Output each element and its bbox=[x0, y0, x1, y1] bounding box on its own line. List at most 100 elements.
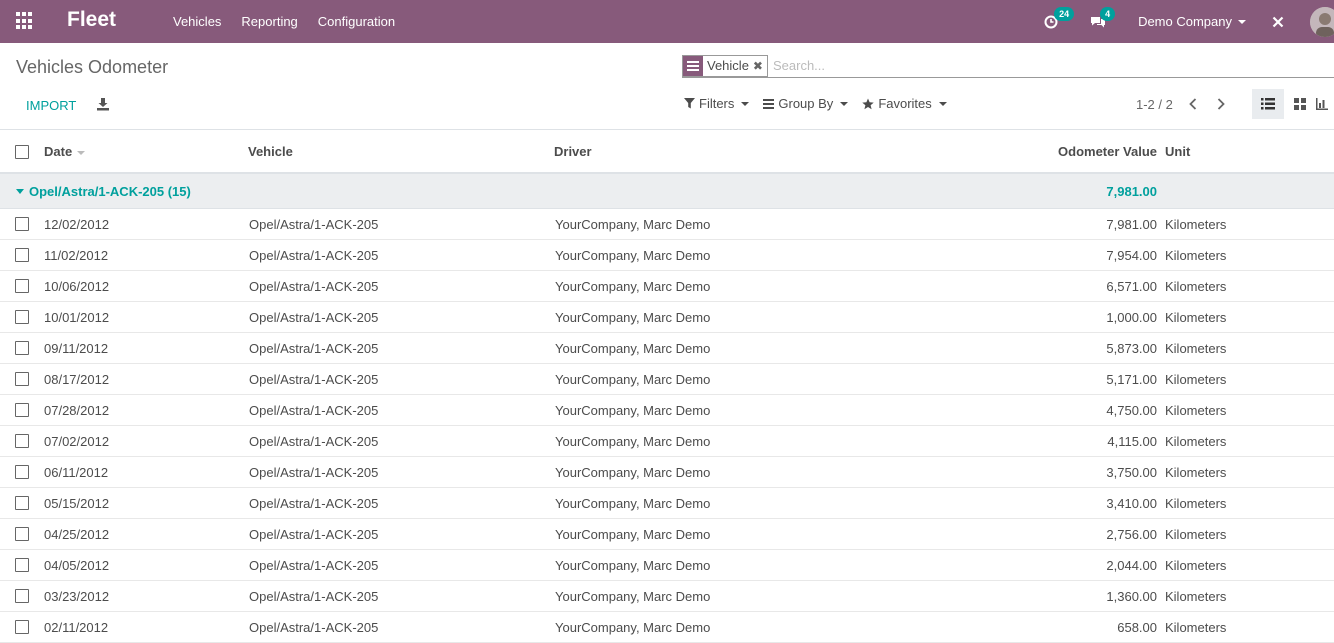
table-row[interactable]: 08/17/2012 Opel/Astra/1-ACK-205 YourCompan… bbox=[0, 364, 1334, 395]
column-header-date[interactable]: Date bbox=[44, 144, 86, 159]
import-button[interactable]: IMPORT bbox=[16, 96, 86, 115]
cell-driver: YourCompany, Marc Demo bbox=[555, 247, 711, 263]
table-row[interactable]: 10/06/2012 Opel/Astra/1-ACK-205 YourCompan… bbox=[0, 271, 1334, 302]
list-view-icon bbox=[1261, 98, 1275, 110]
cell-driver: YourCompany, Marc Demo bbox=[555, 495, 711, 511]
table-row[interactable]: 02/11/2012 Opel/Astra/1-ACK-205 YourCompan… bbox=[0, 612, 1334, 643]
row-checkbox[interactable] bbox=[15, 310, 29, 324]
kanban-view-button[interactable] bbox=[1284, 89, 1316, 119]
group-label: Opel/Astra/1-ACK-205 (15) bbox=[16, 184, 191, 199]
activity-menu[interactable]: 24 bbox=[1044, 6, 1075, 29]
row-checkbox[interactable] bbox=[15, 496, 29, 510]
table-row[interactable]: 04/05/2012 Opel/Astra/1-ACK-205 YourCompan… bbox=[0, 550, 1334, 581]
search-facet[interactable]: Vehicle ✖ bbox=[682, 54, 768, 77]
table-row[interactable]: 07/28/2012 Opel/Astra/1-ACK-205 YourCompan… bbox=[0, 395, 1334, 426]
column-header-odometer[interactable]: Odometer Value bbox=[1058, 144, 1157, 159]
table-row[interactable]: 06/11/2012 Opel/Astra/1-ACK-205 YourCompan… bbox=[0, 457, 1334, 488]
messaging-menu[interactable]: 4 bbox=[1090, 6, 1116, 29]
group-by-dropdown[interactable]: Group By bbox=[763, 96, 849, 111]
table-row[interactable]: 04/25/2012 Opel/Astra/1-ACK-205 YourCompan… bbox=[0, 519, 1334, 550]
chevron-down-icon bbox=[741, 101, 750, 106]
table-row[interactable]: 07/02/2012 Opel/Astra/1-ACK-205 YourCompan… bbox=[0, 426, 1334, 457]
cell-odometer: 5,873.00 bbox=[1106, 340, 1157, 356]
table-row[interactable]: 03/23/2012 Opel/Astra/1-ACK-205 YourCompan… bbox=[0, 581, 1334, 612]
graph-view-button[interactable] bbox=[1316, 89, 1334, 119]
filters-dropdown[interactable]: Filters bbox=[684, 96, 750, 111]
cell-odometer: 7,954.00 bbox=[1106, 247, 1157, 263]
cell-date: 04/25/2012 bbox=[44, 526, 110, 542]
cell-date: 10/01/2012 bbox=[44, 309, 110, 325]
cell-vehicle: Opel/Astra/1-ACK-205 bbox=[249, 433, 379, 449]
cell-driver: YourCompany, Marc Demo bbox=[555, 402, 711, 418]
row-checkbox[interactable] bbox=[15, 248, 29, 262]
pager: 1-2 / 2 bbox=[1136, 96, 1229, 112]
pager-value[interactable]: 1-2 / 2 bbox=[1136, 97, 1173, 112]
download-icon[interactable] bbox=[96, 97, 110, 111]
cell-odometer: 1,360.00 bbox=[1106, 588, 1157, 604]
cell-odometer: 6,571.00 bbox=[1106, 278, 1157, 294]
row-checkbox[interactable] bbox=[15, 403, 29, 417]
group-row[interactable]: Opel/Astra/1-ACK-205 (15) 7,981.00 bbox=[0, 174, 1334, 209]
list-view-button[interactable] bbox=[1252, 89, 1284, 119]
column-header-driver[interactable]: Driver bbox=[554, 144, 592, 159]
favorites-dropdown[interactable]: Favorites bbox=[862, 96, 947, 111]
search-input[interactable] bbox=[772, 55, 1334, 76]
odometer-list: Date Vehicle Driver Odometer Value Unit … bbox=[0, 131, 1334, 643]
row-checkbox[interactable] bbox=[15, 217, 29, 231]
table-row[interactable]: 05/15/2012 Opel/Astra/1-ACK-205 YourCompan… bbox=[0, 488, 1334, 519]
row-checkbox[interactable] bbox=[15, 465, 29, 479]
company-name: Demo Company bbox=[1138, 14, 1232, 29]
table-row[interactable]: 12/02/2012 Opel/Astra/1-ACK-205 YourCompan… bbox=[0, 209, 1334, 240]
cell-driver: YourCompany, Marc Demo bbox=[555, 557, 711, 573]
cell-unit: Kilometers bbox=[1165, 278, 1227, 294]
top-navbar: Fleet Vehicles Reporting Configuration 2… bbox=[0, 0, 1334, 43]
apps-menu-icon[interactable] bbox=[16, 12, 34, 30]
debug-tools[interactable] bbox=[1272, 16, 1284, 28]
cell-odometer: 5,171.00 bbox=[1106, 371, 1157, 387]
message-count-badge: 4 bbox=[1100, 6, 1116, 21]
cell-vehicle: Opel/Astra/1-ACK-205 bbox=[249, 371, 379, 387]
cell-unit: Kilometers bbox=[1165, 495, 1227, 511]
cell-driver: YourCompany, Marc Demo bbox=[555, 340, 711, 356]
menu-item-configuration[interactable]: Configuration bbox=[308, 14, 405, 29]
user-avatar[interactable] bbox=[1310, 6, 1334, 37]
chevron-down-icon bbox=[1238, 19, 1246, 24]
row-checkbox[interactable] bbox=[15, 527, 29, 541]
table-row[interactable]: 09/11/2012 Opel/Astra/1-ACK-205 YourCompan… bbox=[0, 333, 1334, 364]
cell-odometer: 1,000.00 bbox=[1106, 309, 1157, 325]
facet-remove-icon[interactable]: ✖ bbox=[753, 59, 767, 73]
cell-odometer: 3,750.00 bbox=[1106, 464, 1157, 480]
cell-date: 04/05/2012 bbox=[44, 557, 110, 573]
row-checkbox[interactable] bbox=[15, 279, 29, 293]
cell-unit: Kilometers bbox=[1165, 526, 1227, 542]
cell-odometer: 7,981.00 bbox=[1106, 216, 1157, 232]
row-checkbox[interactable] bbox=[15, 341, 29, 355]
row-checkbox[interactable] bbox=[15, 434, 29, 448]
cell-vehicle: Opel/Astra/1-ACK-205 bbox=[249, 247, 379, 263]
row-checkbox[interactable] bbox=[15, 589, 29, 603]
view-switcher bbox=[1252, 89, 1334, 119]
menu-item-reporting[interactable]: Reporting bbox=[231, 14, 307, 29]
group-by-facet-icon bbox=[683, 55, 703, 76]
menu-item-vehicles[interactable]: Vehicles bbox=[163, 14, 231, 29]
cell-vehicle: Opel/Astra/1-ACK-205 bbox=[249, 216, 379, 232]
table-row[interactable]: 10/01/2012 Opel/Astra/1-ACK-205 YourCompan… bbox=[0, 302, 1334, 333]
cell-vehicle: Opel/Astra/1-ACK-205 bbox=[249, 526, 379, 542]
facet-label: Vehicle bbox=[707, 58, 749, 73]
row-checkbox[interactable] bbox=[15, 620, 29, 634]
table-header: Date Vehicle Driver Odometer Value Unit bbox=[0, 131, 1334, 174]
pager-next[interactable] bbox=[1213, 96, 1229, 112]
filter-icon bbox=[684, 98, 695, 109]
table-row[interactable]: 11/02/2012 Opel/Astra/1-ACK-205 YourCompan… bbox=[0, 240, 1334, 271]
pager-previous[interactable] bbox=[1185, 96, 1201, 112]
row-checkbox[interactable] bbox=[15, 558, 29, 572]
cell-vehicle: Opel/Astra/1-ACK-205 bbox=[249, 402, 379, 418]
company-switcher[interactable]: Demo Company bbox=[1138, 14, 1246, 29]
column-header-vehicle[interactable]: Vehicle bbox=[248, 144, 293, 159]
cell-unit: Kilometers bbox=[1165, 464, 1227, 480]
cell-driver: YourCompany, Marc Demo bbox=[555, 619, 711, 635]
row-checkbox[interactable] bbox=[15, 372, 29, 386]
select-all-checkbox[interactable] bbox=[15, 144, 29, 159]
app-brand[interactable]: Fleet bbox=[67, 8, 116, 32]
column-header-unit[interactable]: Unit bbox=[1165, 144, 1190, 159]
